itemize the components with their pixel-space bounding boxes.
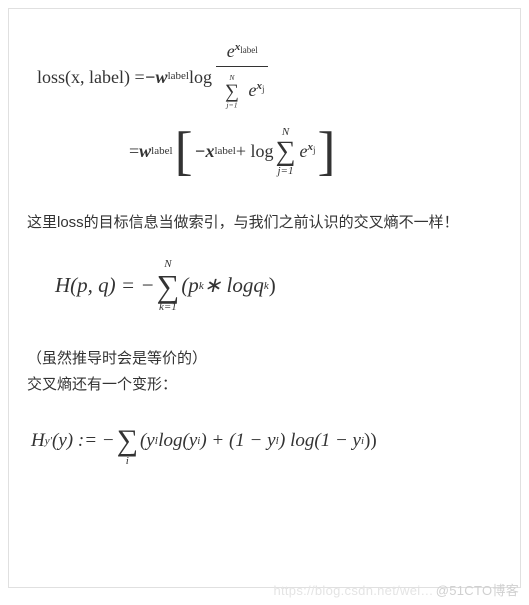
num-e: e <box>227 41 235 61</box>
f2-sum: N ∑ k=1 <box>157 259 180 313</box>
f3-p5: )) <box>364 430 377 452</box>
sigma-icon-2: ∑ <box>276 138 296 166</box>
f3-arg: (y) := − <box>52 430 115 452</box>
line2-w-sub: label <box>151 143 172 161</box>
f3-sum: ∑ i <box>117 415 138 467</box>
f2-end: ) <box>269 273 276 298</box>
w-sub: label <box>168 68 189 86</box>
right-bracket-icon: ] <box>318 130 336 173</box>
den-sum: N ∑ j=1 <box>225 74 239 109</box>
f2-sum-bot: k=1 <box>159 302 177 313</box>
document-page: loss(x, label) = −w label log exlabel N … <box>8 8 521 588</box>
sigma-icon-3: ∑ <box>157 270 180 302</box>
log-text: log <box>189 63 212 92</box>
minus-w: −w <box>145 63 168 92</box>
line2-x-sub: label <box>214 143 235 161</box>
line2-sum-bot: j=1 <box>278 166 294 177</box>
loss-formula: loss(x, label) = −w label log exlabel N … <box>37 37 502 177</box>
binary-entropy-formula: H y′ (y) := − ∑ i (y i ′ log(y i ) + (1 … <box>31 415 502 467</box>
line2-eq: = <box>129 137 139 166</box>
left-bracket-icon: [ <box>175 130 193 173</box>
line2-sum: N ∑ j=1 <box>276 127 296 177</box>
f3-p1: (y <box>140 430 155 452</box>
f3-p4: ) log(1 − y <box>279 430 361 452</box>
explanation-text-1: 这里loss的目标信息当做索引，与我们之前认识的交叉熵不一样！ <box>27 211 502 235</box>
f3-p3: ) + (1 − y <box>200 430 275 452</box>
explanation-text-2a: （虽然推导时会是等价的） <box>27 347 502 371</box>
f3-Hsub: y′ <box>45 435 52 447</box>
f3-sum-bot: i <box>126 456 129 467</box>
line2-minus-x: −x <box>195 137 215 166</box>
f2-body-mid: ∗ logq <box>204 273 264 298</box>
H-lhs: H(p, q) = − <box>55 273 155 298</box>
den-exp-sub: j <box>262 84 265 94</box>
den-sum-bot: j=1 <box>226 102 237 110</box>
sigma-icon-4: ∑ <box>117 426 138 456</box>
f2-body1: (p <box>181 273 199 298</box>
f3-p2: log(y <box>158 430 197 452</box>
softmax-fraction: exlabel N ∑ j=1 exj <box>216 37 268 117</box>
line2-w: w <box>139 137 151 166</box>
line2-plus-log: + log <box>236 137 274 166</box>
entropy-formula: H(p, q) = − N ∑ k=1 (p k ∗ logq k ) <box>55 259 502 313</box>
explanation-text-2b: 交叉熵还有一个变形： <box>27 373 502 397</box>
loss-lhs: loss(x, label) = <box>37 63 145 92</box>
num-exp-sub: label <box>240 45 258 55</box>
f3-H: H <box>31 430 45 452</box>
line2-exp-sub: j <box>313 146 316 156</box>
sigma-icon: ∑ <box>225 82 239 102</box>
